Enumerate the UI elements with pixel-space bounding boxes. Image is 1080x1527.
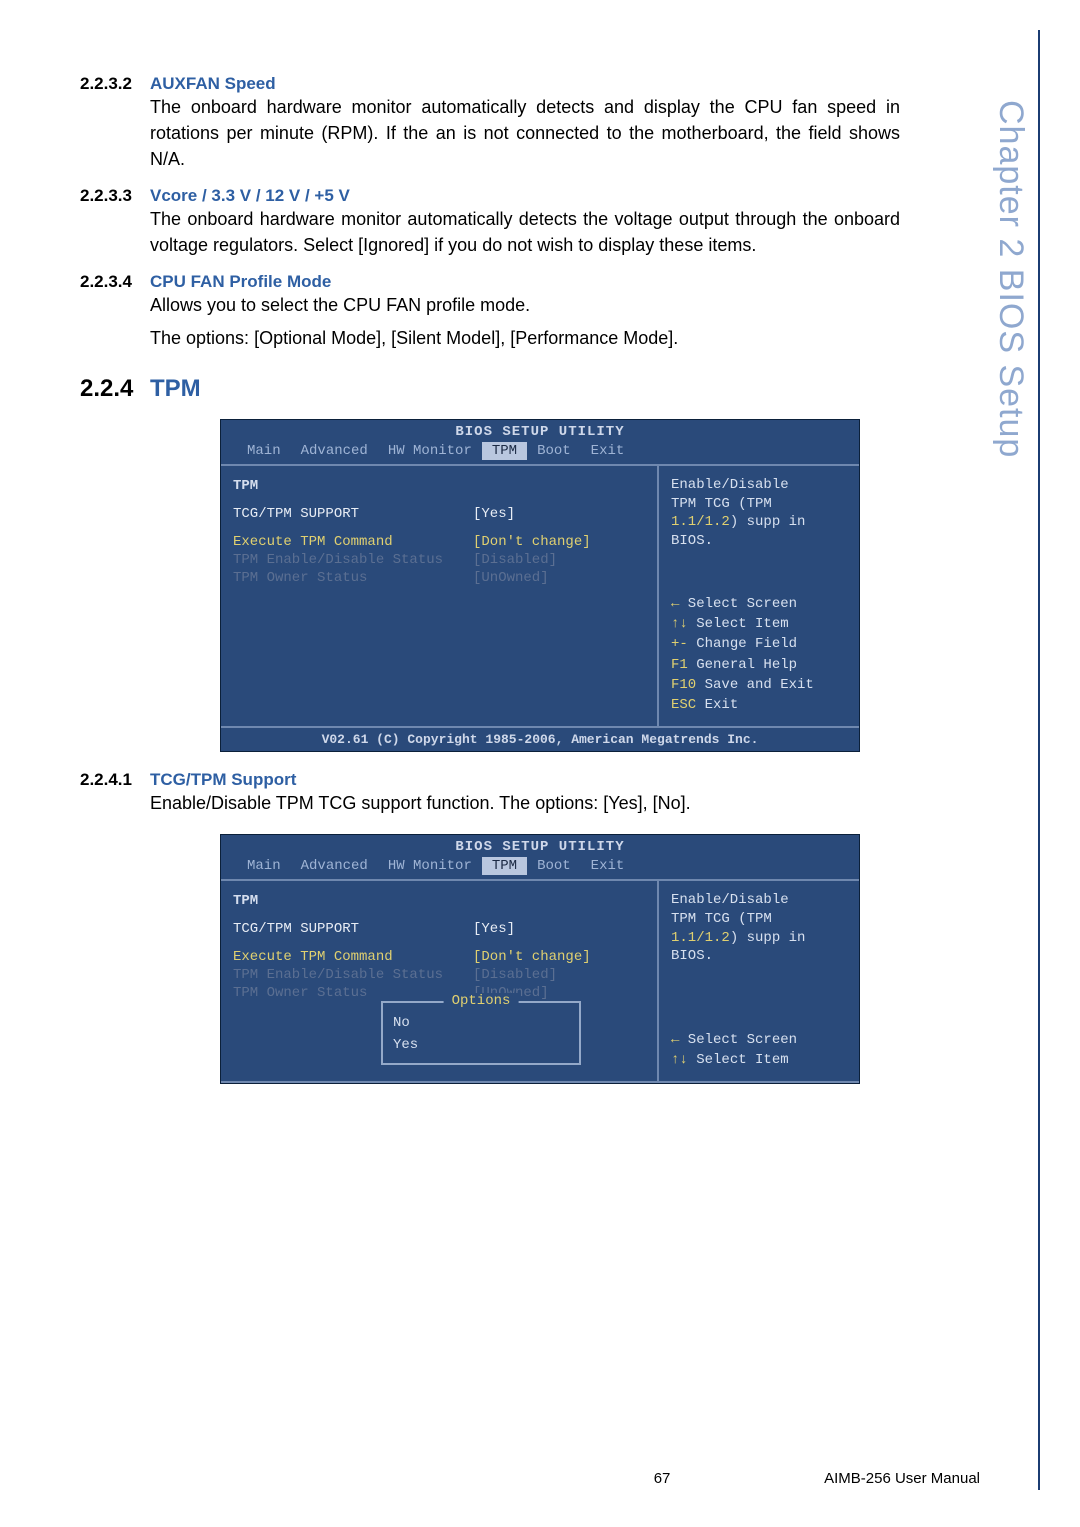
section-body-line1: Allows you to select the CPU FAN profile… (150, 292, 900, 318)
content-column: 2.2.3.2 AUXFAN Speed The onboard hardwar… (80, 74, 900, 1084)
bios-help-line: TPM TCG (TPM (671, 495, 847, 514)
section-heading-vcore: 2.2.3.3 Vcore / 3.3 V / 12 V / +5 V (80, 186, 900, 206)
bios-menubar: Main Advanced HW Monitor TPM Boot Exit (221, 442, 859, 464)
bios-body: TPM TCG/TPM SUPPORT [Yes] Execute TPM Co… (221, 879, 859, 1083)
bios-menu-boot[interactable]: Boot (527, 442, 581, 460)
bios-body: TPM TCG/TPM SUPPORT [Yes] Execute TPM Co… (221, 464, 859, 728)
bios-help-line: Enable/Disable (671, 891, 847, 910)
section-title: CPU FAN Profile Mode (150, 272, 331, 292)
bios-row-tpmenable: TPM Enable/Disable Status [Disabled] (233, 967, 645, 983)
page-number: 67 (654, 1470, 671, 1487)
bios-help-line: TPM TCG (TPM (671, 910, 847, 929)
section-number: 2.2.3.4 (80, 272, 150, 292)
bios-value: [Don't change] (473, 534, 591, 550)
section-title: AUXFAN Speed (150, 74, 276, 94)
bios-menu-tpm[interactable]: TPM (482, 442, 527, 460)
section-body: The onboard hardware monitor automatical… (150, 206, 900, 258)
bios-menu-exit[interactable]: Exit (581, 857, 635, 875)
section-body: Enable/Disable TPM TCG support function.… (150, 790, 900, 816)
bios-menu-advanced[interactable]: Advanced (291, 857, 378, 875)
bios-screenshot-2: BIOS SETUP UTILITY Main Advanced HW Moni… (220, 834, 860, 1084)
section-number: 2.2.3.3 (80, 186, 150, 206)
bios-menu-main[interactable]: Main (237, 857, 291, 875)
bios-label: Execute TPM Command (233, 949, 473, 965)
bios-menu-hwmonitor[interactable]: HW Monitor (378, 442, 482, 460)
bios-key-legend: ← Select Screen ↑↓ Select Item (671, 1030, 847, 1071)
bios-menu-advanced[interactable]: Advanced (291, 442, 378, 460)
bios-label: TPM Enable/Disable Status (233, 967, 473, 983)
bios-row-tpmenable: TPM Enable/Disable Status [Disabled] (233, 552, 645, 568)
bios-help-line: BIOS. (671, 947, 847, 966)
bios-value: [UnOwned] (473, 570, 549, 586)
section-title: Vcore / 3.3 V / 12 V / +5 V (150, 186, 350, 206)
bios-title: BIOS SETUP UTILITY (221, 420, 859, 442)
bios-menu-main[interactable]: Main (237, 442, 291, 460)
section-heading-auxfan: 2.2.3.2 AUXFAN Speed (80, 74, 900, 94)
section-heading-tcgtpm: 2.2.4.1 TCG/TPM Support (80, 770, 900, 790)
bios-row-exectpm[interactable]: Execute TPM Command [Don't change] (233, 949, 645, 965)
section-body-line2: The options: [Optional Mode], [Silent Mo… (150, 325, 900, 351)
bios-row-exectpm[interactable]: Execute TPM Command [Don't change] (233, 534, 645, 550)
bios-menu-exit[interactable]: Exit (581, 442, 635, 460)
section-number: 2.2.3.2 (80, 74, 150, 94)
bios-left-pane: TPM TCG/TPM SUPPORT [Yes] Execute TPM Co… (221, 881, 659, 1081)
bios-title: BIOS SETUP UTILITY (221, 835, 859, 857)
doc-title: AIMB-256 User Manual (824, 1470, 980, 1487)
page: Chapter 2 BIOS Setup 2.2.3.2 AUXFAN Spee… (0, 0, 1080, 1527)
bios-left-pane: TPM TCG/TPM SUPPORT [Yes] Execute TPM Co… (221, 466, 659, 726)
bios-menu-tpm[interactable]: TPM (482, 857, 527, 875)
bios-footer: V02.61 (C) Copyright 1985-2006, American… (221, 728, 859, 751)
bios-screenshot-1: BIOS SETUP UTILITY Main Advanced HW Moni… (220, 419, 860, 752)
bios-help-line: 1.1/1.2) supp in (671, 513, 847, 532)
bios-label: TPM Owner Status (233, 570, 473, 586)
page-footer: 67 AIMB-256 User Manual (80, 1470, 980, 1487)
bios-label: TCG/TPM SUPPORT (233, 506, 473, 522)
right-rule (1038, 30, 1040, 1490)
section-heading-cpufan: 2.2.3.4 CPU FAN Profile Mode (80, 272, 900, 292)
section-body: The onboard hardware monitor automatical… (150, 94, 900, 172)
section-number: 2.2.4 (80, 375, 150, 403)
bios-row-tcgtpm[interactable]: TCG/TPM SUPPORT [Yes] (233, 506, 645, 522)
bios-menubar: Main Advanced HW Monitor TPM Boot Exit (221, 857, 859, 879)
bios-heading-tpm: TPM (233, 893, 258, 909)
bios-help-text: Enable/Disable TPM TCG (TPM 1.1/1.2) sup… (671, 891, 847, 967)
bios-help-line: 1.1/1.2) supp in (671, 929, 847, 948)
bios-value: [Don't change] (473, 949, 591, 965)
bios-popup-option-yes[interactable]: Yes (393, 1037, 569, 1053)
bios-help-text: Enable/Disable TPM TCG (TPM 1.1/1.2) sup… (671, 476, 847, 552)
bios-value: [Yes] (473, 921, 515, 937)
section-heading-tpm: 2.2.4 TPM (80, 375, 900, 403)
bios-popup-option-no[interactable]: No (393, 1015, 569, 1031)
bios-row-tcgtpm[interactable]: TCG/TPM SUPPORT [Yes] (233, 921, 645, 937)
bios-label: Execute TPM Command (233, 534, 473, 550)
bios-heading-tpm: TPM (233, 478, 258, 494)
bios-value: [Disabled] (473, 967, 557, 983)
bios-key-legend: ← Select Screen ↑↓ Select Item +- Change… (671, 594, 847, 716)
bios-value: [Disabled] (473, 552, 557, 568)
bios-right-pane: Enable/Disable TPM TCG (TPM 1.1/1.2) sup… (659, 881, 859, 1081)
bios-row-tpmowner: TPM Owner Status [UnOwned] (233, 985, 645, 1001)
bios-label: TPM Enable/Disable Status (233, 552, 473, 568)
bios-right-pane: Enable/Disable TPM TCG (TPM 1.1/1.2) sup… (659, 466, 859, 726)
bios-menu-boot[interactable]: Boot (527, 857, 581, 875)
bios-help-line: Enable/Disable (671, 476, 847, 495)
bios-row-tpmowner: TPM Owner Status [UnOwned] (233, 570, 645, 586)
section-title: TCG/TPM Support (150, 770, 296, 790)
bios-help-line: BIOS. (671, 532, 847, 551)
bios-value: [Yes] (473, 506, 515, 522)
bios-label: TCG/TPM SUPPORT (233, 921, 473, 937)
bios-label: TPM Owner Status (233, 985, 473, 1001)
chapter-side-tab: Chapter 2 BIOS Setup (991, 100, 1030, 458)
section-number: 2.2.4.1 (80, 770, 150, 790)
bios-popup-title: Options (444, 993, 519, 1009)
bios-options-popup: Options No Yes (381, 1001, 581, 1065)
bios-menu-hwmonitor[interactable]: HW Monitor (378, 857, 482, 875)
section-title: TPM (150, 375, 201, 403)
